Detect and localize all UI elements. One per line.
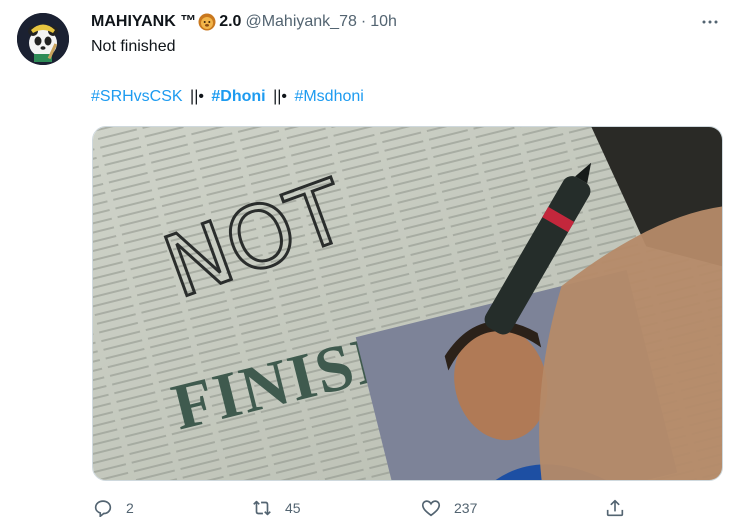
name-suffix: 2.0 — [219, 13, 242, 30]
share-button[interactable] — [604, 497, 626, 517]
tweet-actions: 2 45 237 — [86, 497, 646, 517]
display-name[interactable]: MAHIYANK ™ — [91, 13, 196, 31]
hashtag-separator: ||• — [273, 88, 287, 105]
lion-face-icon — [198, 13, 216, 31]
reply-button[interactable]: 2 — [92, 497, 134, 517]
hashtag-srhvscsk[interactable]: #SRHvsCSK — [91, 88, 183, 105]
share-icon — [606, 499, 624, 517]
more-icon[interactable] — [698, 12, 722, 32]
reply-icon — [94, 500, 112, 517]
hashtag-line: #SRHvsCSK ||• #Dhoni ||• #Msdhoni — [91, 88, 364, 106]
retweet-icon — [253, 500, 271, 516]
panda-avatar-icon — [17, 13, 69, 65]
tweet-text: Not finished — [91, 38, 176, 55]
hashtag-msdhoni[interactable]: #Msdhoni — [294, 88, 363, 105]
like-button[interactable]: 237 — [420, 497, 477, 517]
user-handle[interactable]: @Mahiyank_78 — [245, 13, 356, 31]
hashtag-dhoni[interactable]: #Dhoni — [211, 88, 265, 105]
heart-icon — [421, 500, 441, 517]
timestamp[interactable]: 10h — [370, 13, 397, 31]
tweet-header: MAHIYANK ™ 2.0 @Mahiyank_78 · 10h — [91, 11, 676, 33]
avatar[interactable] — [17, 13, 69, 65]
separator-dot: · — [360, 13, 367, 30]
retweet-count: 45 — [285, 500, 301, 516]
hashtag-separator: ||• — [190, 88, 204, 105]
like-count: 237 — [454, 500, 478, 516]
reply-count: 2 — [126, 500, 134, 516]
retweet-button[interactable]: 45 — [251, 497, 301, 517]
tweet-media-image[interactable]: FINISHED NOT — [92, 126, 723, 481]
